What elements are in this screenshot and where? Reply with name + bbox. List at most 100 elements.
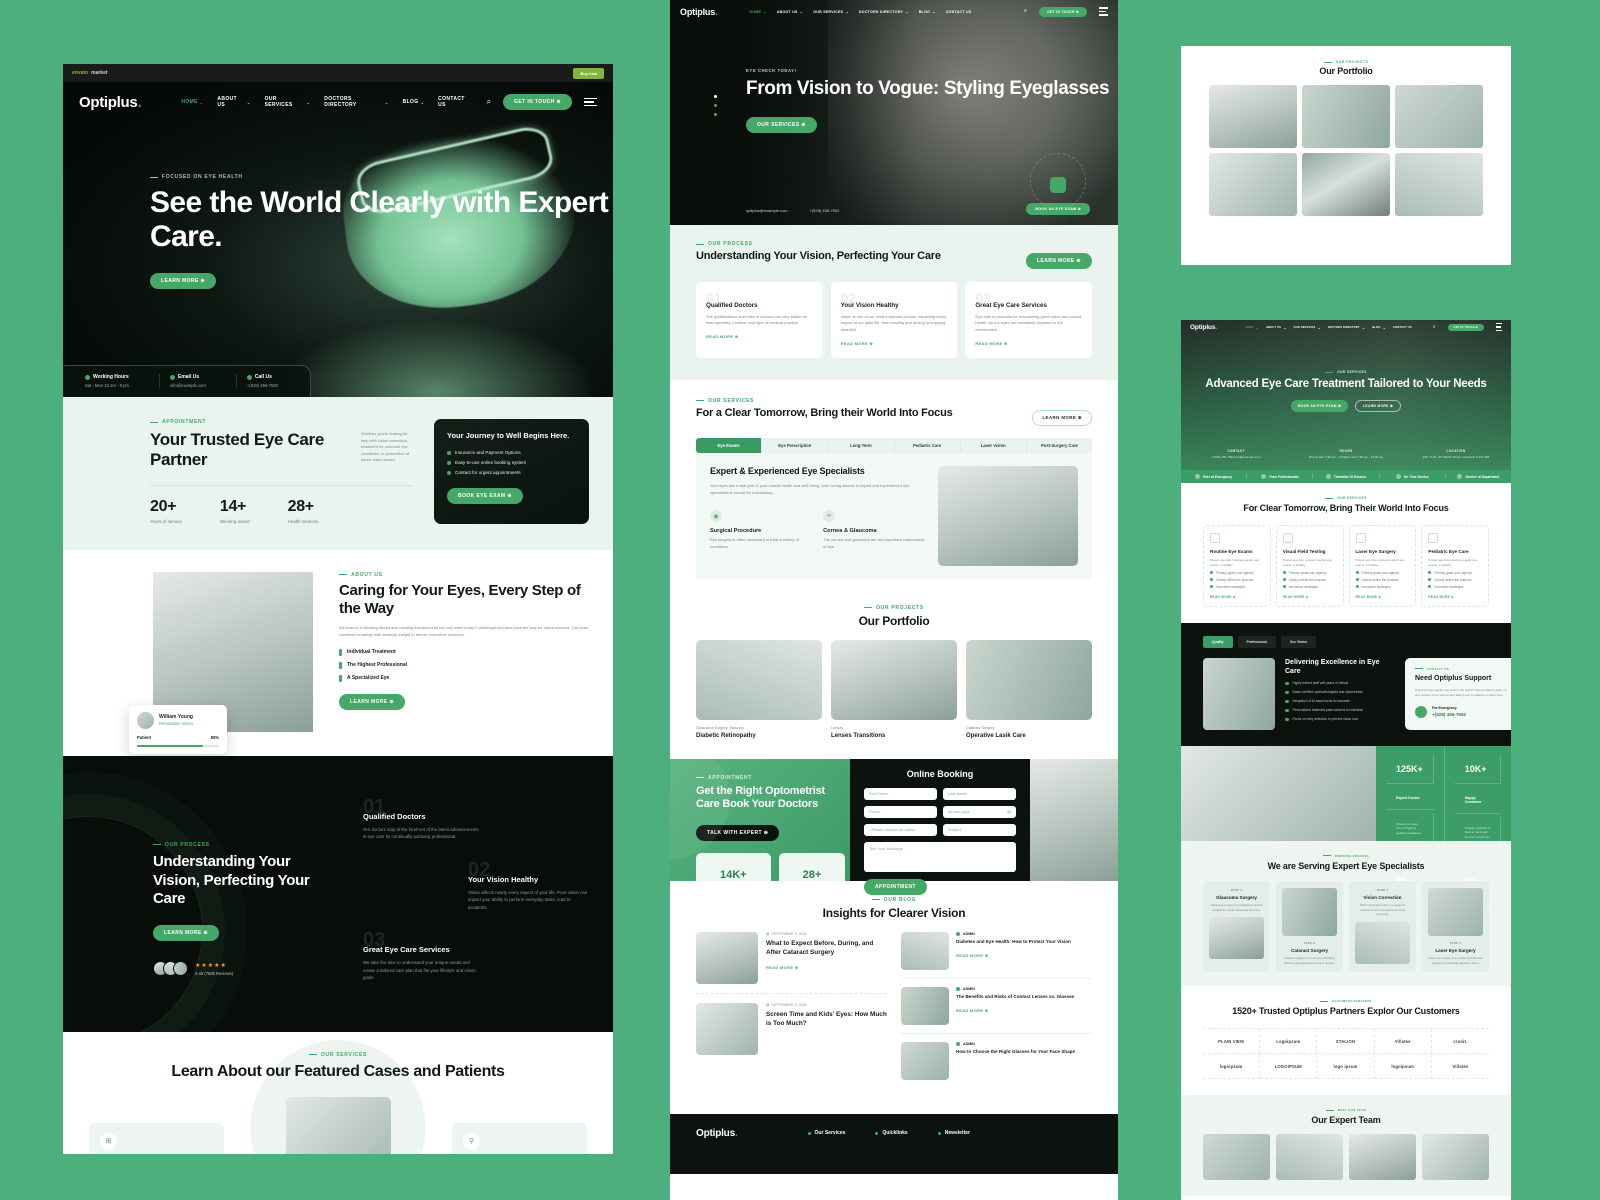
tab-our-vision[interactable]: Our Vision [1280,635,1316,648]
process-card-3[interactable]: 03 Great Eye Care Services Eye care is e… [965,282,1093,358]
phone-input[interactable]: Phone [864,805,937,818]
process-learn-more-button[interactable]: LEARN MORE ⊕ [153,925,219,942]
blog-post[interactable]: ▤ SEPTEMBER 3, 2024 Screen Time and Kids'… [696,1002,887,1064]
step-card-cataract[interactable]: STEP 2 Cataract Surgery Cataract surgery… [1276,881,1343,973]
service-card-pediatric[interactable]: ⚲ Pediatric Eye Care Affordable Glasses … [452,1122,587,1154]
search-icon[interactable]: ⌕ [1433,324,1436,330]
tab-pediatric-care[interactable]: Pediatric Care [895,437,961,453]
portfolio-thumb[interactable] [1209,153,1297,216]
learn-more-button[interactable]: LEARN MORE ⊕ [1355,400,1401,413]
read-more-link[interactable]: READ MORE ⊕ [956,1008,1074,1013]
nav-item-blog[interactable]: BLOG ⌄ [1372,325,1386,330]
footer-link-newsletter[interactable]: Newsletter [938,1130,970,1136]
about-learn-more-button[interactable]: LEARN MORE ⊕ [339,693,405,710]
hero-email[interactable]: optiplus@example.com [746,208,788,213]
info-value[interactable]: info@example.com [170,383,206,388]
buy-now-button[interactable]: Buy now [573,67,604,79]
portfolio-thumb[interactable] [1302,153,1390,216]
portfolio-item[interactable]: Lenses Lenses Transitions [831,639,957,739]
blog-small-post[interactable]: ADMIN The Benefits and Risks of Contact … [901,986,1092,1034]
book-an-eye-exam-button[interactable]: BOOK AN EYE EXAM ⊕ [1291,400,1349,413]
footer-link-our-services[interactable]: Our Services [808,1130,846,1136]
read-more-link[interactable]: READ MORE ⊕ [975,341,1082,346]
footer-link-quicklinks[interactable]: Quicklinks [875,1130,907,1136]
emergency-contact[interactable]: For Emergency +(528) 456-7592 [1415,705,1508,718]
doctor-photo[interactable] [1422,1134,1489,1181]
nav-item-about-us[interactable]: ABOUT US ⌄ [1266,325,1287,330]
hamburger-menu-icon[interactable] [584,97,597,107]
info-value[interactable]: +(528) 456-7592 [247,383,278,388]
service-card-laser-eye-surgery[interactable]: Laser Eye Surgery Proper eye care involv… [1348,524,1417,607]
nav-item-doctors-directory[interactable]: DOCTORS DIRECTORY ⌄ [859,9,909,14]
nav-item-contact-us[interactable]: CONTACT US [1393,325,1412,330]
portfolio-item[interactable]: Glaucoma Surgery, Masonry Diabetic Retin… [696,639,822,739]
book-exam-float[interactable]: BOOK AN EYE EXAM ⊕ [1026,153,1090,215]
nav-item-our-services[interactable]: OUR SERVICES ⌄ [265,96,311,108]
site-logo[interactable]: Optiplus. [680,7,718,17]
blog-small-post[interactable]: ADMIN How to Choose the Right Glasses fo… [901,1041,1092,1088]
read-more-link[interactable]: READ MORE ⊕ [706,334,813,339]
search-icon[interactable]: ⌕ [487,97,491,107]
hero-learn-more-button[interactable]: LEARN MORE ⊕ [150,273,216,290]
get-in-touch-button[interactable]: GET IN TOUCH ⊕ [1039,6,1087,17]
site-logo[interactable]: Optiplus. [79,94,142,111]
subject-input[interactable]: Subject [943,823,1016,836]
service-card-pediatric-eye-care[interactable]: Pediatric Eye Care Proper eye care invol… [1421,524,1489,607]
portfolio-thumb[interactable] [1302,85,1390,148]
read-more-link[interactable]: READ MORE ⊕ [1356,595,1410,599]
doctor-photo[interactable] [1276,1134,1343,1181]
nav-item-home[interactable]: HOME ⌄ [749,9,766,14]
message-textarea[interactable]: Text Your Message [864,841,1016,872]
first-name-input[interactable]: First Name [864,787,937,800]
portfolio-thumb[interactable] [1395,85,1483,148]
portfolio-item[interactable]: Cataract Surgery Operative Lasik Care [966,639,1092,739]
tab-eye-prescription[interactable]: Eye Prescription [762,437,829,453]
service-card-visual-field-testing[interactable]: Visual Field Testing Proper eye care inv… [1275,524,1344,607]
read-more-link[interactable]: READ MORE ⊕ [956,953,1071,958]
get-in-touch-button[interactable]: GET IN TOUCH ⊕ [503,94,572,110]
nav-item-blog[interactable]: BLOG ⌄ [403,96,425,108]
nav-item-contact-us[interactable]: CONTACT US [438,96,472,108]
process-card-1[interactable]: 01 Qualified Doctors The qualifications … [696,282,823,358]
nav-item-contact-us[interactable]: CONTACT US [946,9,972,14]
mid-services-learn-more-button[interactable]: LEARN MORE ⊕ [1032,409,1092,426]
option-select[interactable]: - Please choose an option [864,823,937,836]
blog-post[interactable]: ▤ SEPTEMBER 3, 2024 What to Expect Before… [696,931,887,994]
book-eye-exam-button[interactable]: BOOK EYE EXAM ⊕ [447,488,523,505]
talk-with-expert-button[interactable]: TALK WITH EXPERT ⊕ [696,825,780,842]
read-more-link[interactable]: READ MORE ⊕ [841,341,948,346]
service-card-low-vision[interactable]: ⊞ Low Vision Services Affordable Glasses… [89,1122,224,1154]
search-icon[interactable]: ⌕ [1024,8,1027,15]
step-card-glaucoma[interactable]: STEP 1 Glaucoma Surgery Glaucoma surgery… [1203,881,1270,973]
nav-item-doctors-directory[interactable]: DOCTORS DIRECTORY ⌄ [324,96,388,108]
service-card-routine-eye-exams[interactable]: Routine Eye Exams Proper eye care involv… [1203,524,1271,607]
portfolio-thumb[interactable] [1395,153,1483,216]
nav-item-our-services[interactable]: OUR SERVICES ⌄ [1294,325,1321,330]
tab-quality[interactable]: Quality [1203,635,1233,648]
step-card-vision-correction[interactable]: STEP 3 Vision Correction Vision correcti… [1349,881,1416,973]
footer-logo[interactable]: Optiplus. [696,1128,738,1139]
hero-phone[interactable]: +(528) 456-7592 [810,208,840,213]
process-card-2[interactable]: 02 Your Vision Healthy Vision is one of … [830,282,958,358]
tab-professional[interactable]: Professional [1237,635,1276,648]
read-more-link[interactable]: READ MORE ⊕ [1428,595,1482,599]
mid-process-learn-more-button[interactable]: LEARN MORE ⊕ [1026,253,1092,269]
emergency-phone[interactable]: +(528) 456-7592 [1432,712,1466,717]
hamburger-menu-icon[interactable] [1496,322,1502,332]
doctor-photo[interactable] [1349,1134,1416,1181]
appointment-submit-button[interactable]: APPOINTMENT [864,878,927,895]
nav-item-about-us[interactable]: ABOUT US ⌄ [777,9,803,14]
tab-long-term[interactable]: Long-Term [828,437,895,453]
portfolio-thumb[interactable] [1209,85,1297,148]
read-more-link[interactable]: READ MORE ⊕ [766,965,887,970]
hamburger-menu-icon[interactable] [1099,7,1108,16]
nav-item-about-us[interactable]: ABOUT US ⌄ [217,96,250,108]
doctor-photo[interactable] [1203,1134,1270,1181]
tab-laser-vision[interactable]: Laser Vision [961,437,1027,453]
tab-eye-exams[interactable]: Eye Exams [696,437,763,453]
nav-item-blog[interactable]: BLOG ⌄ [919,9,936,14]
nav-item-home[interactable]: HOME ⌄ [181,96,203,108]
nav-item-home[interactable]: HOME ⌄ [1245,325,1259,330]
read-more-link[interactable]: READ MORE ⊕ [1283,595,1337,599]
last-name-input[interactable]: Last Name [943,787,1016,800]
